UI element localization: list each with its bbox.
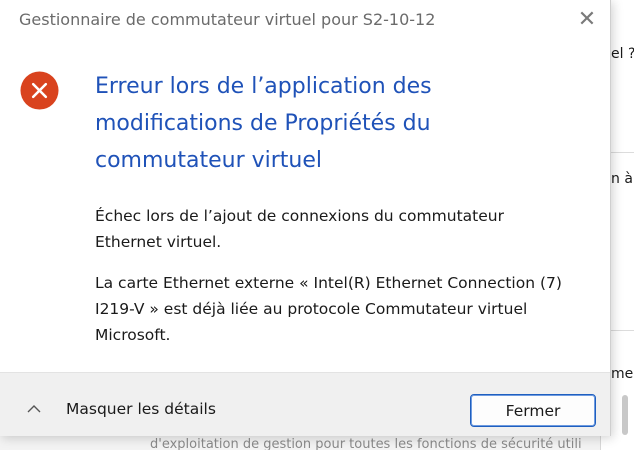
error-heading: Erreur lors de l’application des modific…: [95, 74, 432, 173]
close-icon[interactable]: ✕: [571, 4, 603, 36]
background-text-fragment: n à: [611, 171, 633, 187]
background-scrollbar[interactable]: [622, 395, 628, 435]
background-text-fragment: me: [611, 366, 634, 382]
error-details: La carte Ethernet externe « Intel(R) Eth…: [95, 274, 562, 344]
title-bar[interactable]: Gestionnaire de commutateur virtuel pour…: [0, 0, 611, 40]
error-dialog: Gestionnaire de commutateur virtuel pour…: [0, 0, 611, 436]
error-icon: [20, 71, 59, 110]
background-bottom-text: d'exploitation de gestion pour toutes le…: [150, 437, 582, 450]
background-text-fragment: el ?: [611, 46, 634, 62]
screen: el ? n à me d'exploitation de gestion po…: [0, 0, 634, 450]
chevron-up-icon: [27, 405, 41, 413]
toggle-details-label: Masquer les détails: [66, 400, 216, 418]
close-button[interactable]: Fermer: [470, 394, 596, 427]
toggle-details-button[interactable]: Masquer les détails: [25, 397, 216, 421]
error-message: Échec lors de l’ajout de connexions du c…: [95, 207, 504, 251]
window-title: Gestionnaire de commutateur virtuel pour…: [19, 10, 436, 29]
dialog-footer: Masquer les détails Fermer: [0, 372, 610, 436]
